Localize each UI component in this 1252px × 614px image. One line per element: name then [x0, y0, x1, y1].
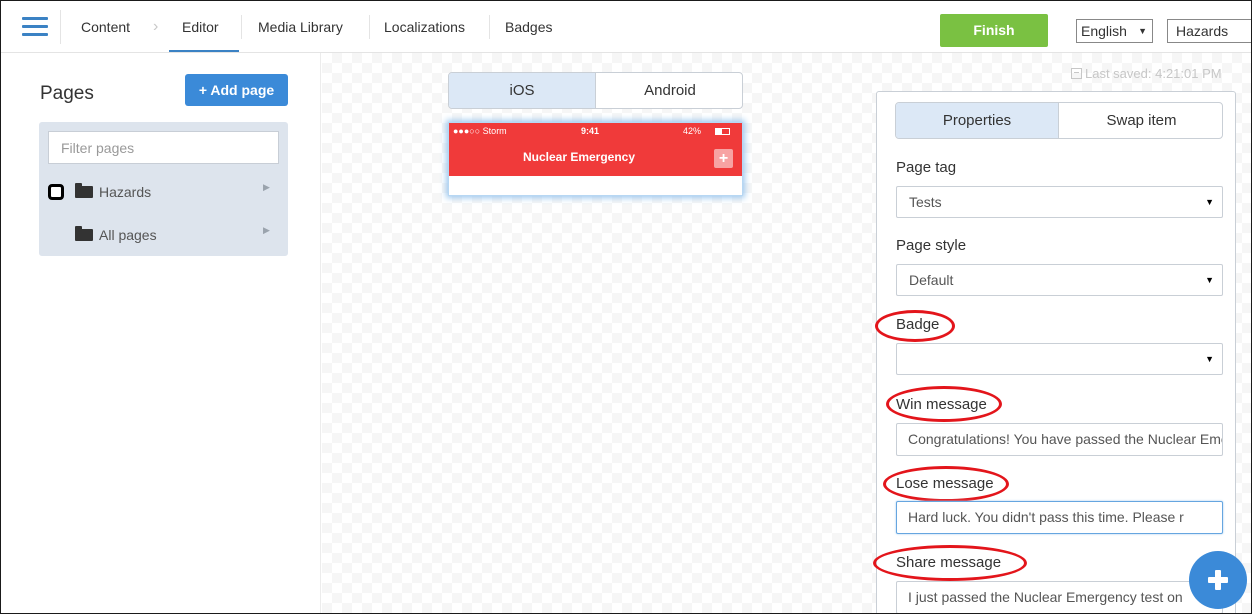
- page-style-select[interactable]: Default ▼: [896, 264, 1223, 296]
- nav-editor[interactable]: Editor: [182, 10, 219, 44]
- page-style-label: Page style: [896, 237, 967, 254]
- language-value: English: [1081, 23, 1127, 39]
- nav-localizations[interactable]: Localizations: [384, 10, 465, 44]
- add-item-fab-button[interactable]: [1189, 551, 1247, 609]
- top-navbar: Content › Editor Media Library Localizat…: [1, 1, 1251, 53]
- last-saved-status: Last saved: 4:21:01 PM: [1071, 66, 1222, 81]
- tree-item-label: All pages: [99, 227, 157, 243]
- share-message-input[interactable]: I just passed the Nuclear Emergency test…: [896, 581, 1223, 613]
- tab-android[interactable]: Android: [597, 73, 743, 108]
- nav-badges[interactable]: Badges: [505, 10, 552, 44]
- folder-icon: [75, 183, 93, 198]
- finish-button[interactable]: Finish: [940, 14, 1048, 47]
- phone-add-icon[interactable]: +: [714, 149, 733, 168]
- breadcrumb-chevron-icon: ›: [153, 18, 159, 35]
- save-disk-icon: [1071, 68, 1082, 79]
- win-message-label: Win message: [896, 396, 987, 413]
- expand-arrow-icon[interactable]: ▶: [263, 182, 270, 193]
- tab-ios[interactable]: iOS: [449, 73, 596, 108]
- tree-item-label: Hazards: [99, 184, 152, 200]
- page-tag-label: Page tag: [896, 159, 957, 176]
- language-select[interactable]: English ▼: [1076, 19, 1153, 43]
- share-message-label: Share message: [896, 554, 1002, 571]
- nav-media-library[interactable]: Media Library: [258, 10, 343, 44]
- status-carrier: ●●●○○ Storm: [453, 126, 507, 136]
- badge-select[interactable]: ▼: [896, 343, 1223, 375]
- caret-down-icon: ▼: [1205, 275, 1214, 285]
- active-tab-indicator: [169, 50, 239, 52]
- menu-icon[interactable]: [11, 10, 61, 44]
- tab-properties[interactable]: Properties: [896, 103, 1059, 138]
- o-badge-icon: [48, 184, 64, 200]
- tab-swap-item[interactable]: Swap item: [1060, 103, 1223, 138]
- caret-down-icon: ▼: [1138, 26, 1147, 36]
- status-battery-text: 42%: [683, 126, 702, 136]
- status-time: 9:41: [581, 126, 600, 136]
- win-message-input[interactable]: Congratulations! You have passed the Nuc…: [896, 423, 1223, 456]
- pages-title: Pages: [40, 83, 94, 104]
- battery-icon: [715, 128, 730, 135]
- tree-item-hazards[interactable]: Hazards: [75, 181, 151, 203]
- expand-arrow-icon[interactable]: ▶: [263, 225, 270, 236]
- app-window: Content › Editor Media Library Localizat…: [0, 0, 1252, 614]
- folder-icon: [75, 226, 93, 241]
- caret-down-icon: ▼: [1205, 354, 1214, 364]
- hazards-select[interactable]: Hazards: [1167, 19, 1251, 43]
- page-style-value: Default: [909, 272, 954, 288]
- tree-item-all-pages[interactable]: All pages: [75, 224, 157, 246]
- badge-label: Badge: [896, 316, 940, 333]
- nav-content[interactable]: Content: [81, 10, 130, 44]
- filter-pages-input[interactable]: [48, 131, 279, 164]
- properties-tabs: Properties Swap item: [895, 102, 1223, 139]
- last-saved-text: Last saved: 4:21:01 PM: [1085, 66, 1222, 81]
- page-tag-value: Tests: [909, 194, 942, 210]
- nav-divider: [241, 15, 242, 39]
- page-tag-select[interactable]: Tests ▼: [896, 186, 1223, 218]
- os-toggle: iOS Android: [448, 72, 743, 109]
- phone-preview[interactable]: ●●●○○ Storm 9:41 42% Nuclear Emergency +: [448, 122, 743, 196]
- phone-nav-bar: ●●●○○ Storm 9:41 42% Nuclear Emergency +: [449, 123, 742, 176]
- nav-divider: [369, 15, 370, 39]
- caret-down-icon: ▼: [1205, 197, 1214, 207]
- lose-message-input[interactable]: Hard luck. You didn't pass this time. Pl…: [896, 501, 1223, 534]
- lose-message-label: Lose message: [896, 475, 994, 492]
- phone-page-title: Nuclear Emergency: [522, 150, 636, 164]
- nav-divider: [489, 15, 490, 39]
- add-page-button[interactable]: + Add page: [185, 74, 288, 106]
